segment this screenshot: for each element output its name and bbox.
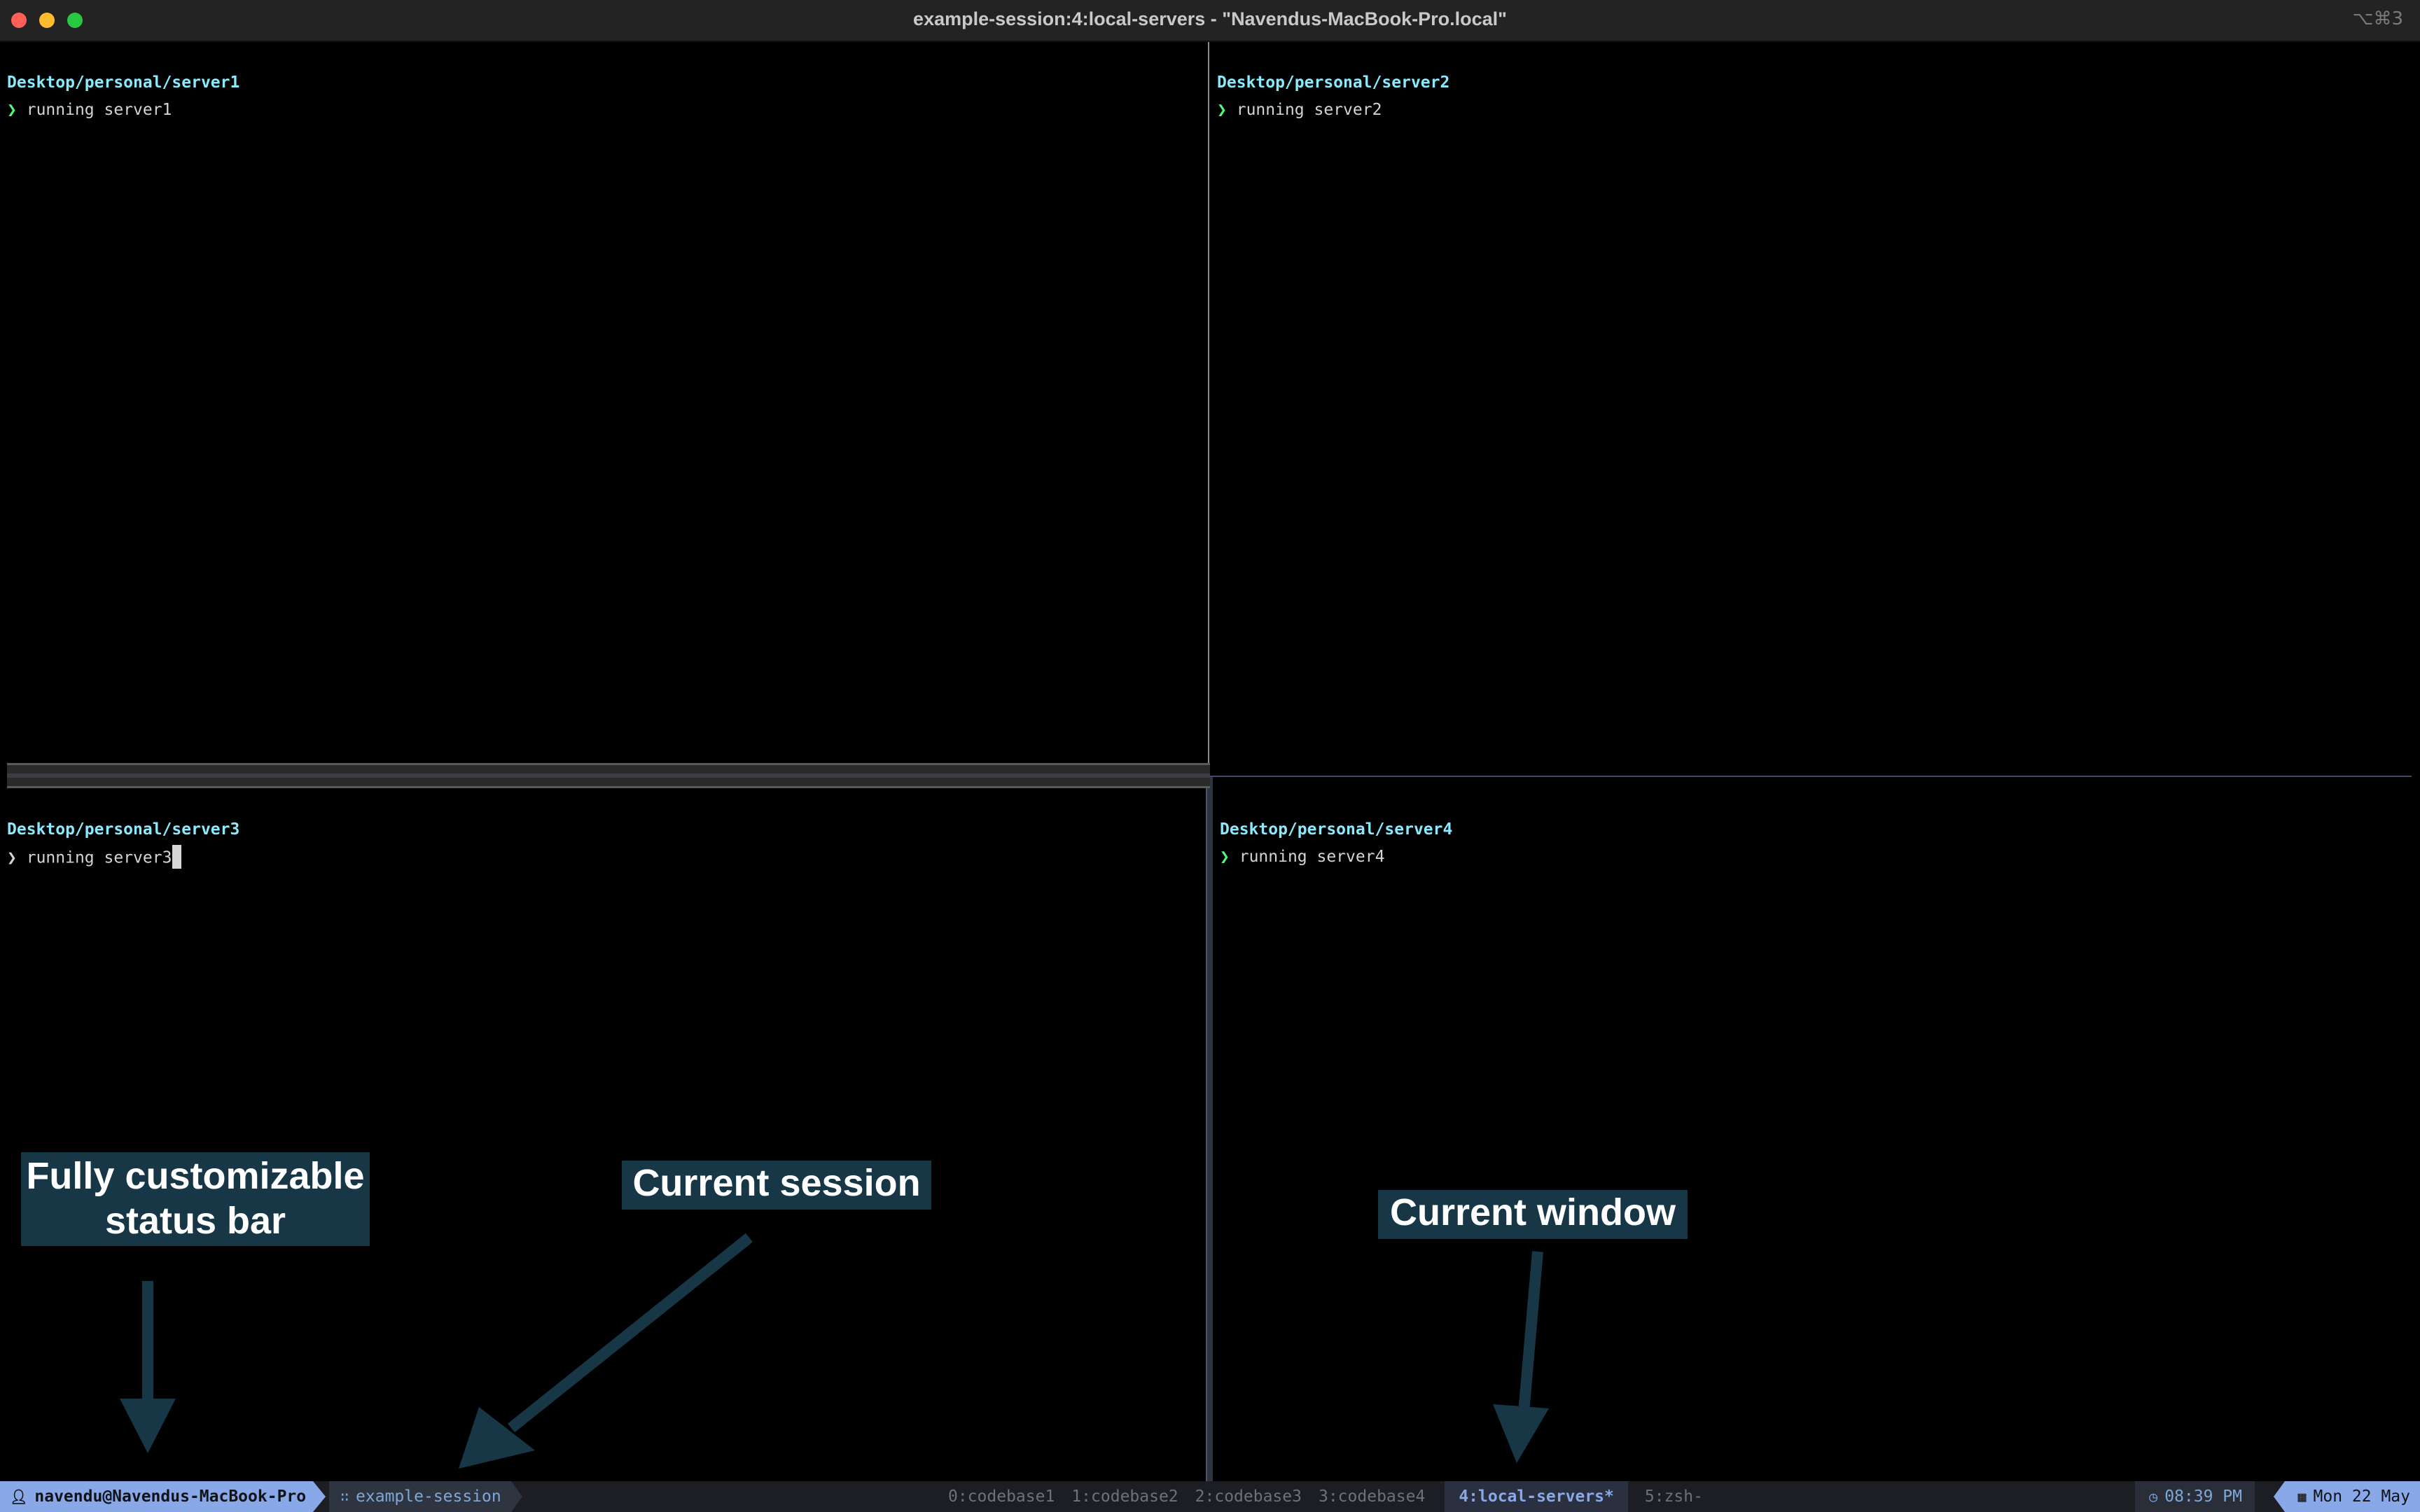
status-session-label: example-session [356, 1488, 501, 1506]
status-date: ▦ Mon 22 May [2274, 1481, 2420, 1512]
calendar-icon: ▦ [2297, 1488, 2307, 1505]
prompt-icon: ❯ [1217, 101, 1227, 119]
pane-path: Desktop/personal/server2 [1217, 74, 1450, 92]
status-date-label: Mon 22 May [2313, 1488, 2410, 1506]
window-title: example-session:4:local-servers - "Naven… [913, 8, 1507, 29]
pane-divider-vertical-bottom[interactable] [1206, 776, 1213, 1481]
status-window-list: 0:codebase1 1:codebase2 2:codebase3 3:codeb… [948, 1481, 1720, 1512]
pane-prompt-line: ❯ running server3 [7, 845, 182, 869]
window-tab-1[interactable]: 1:codebase2 [1071, 1481, 1178, 1512]
window-tab-5[interactable]: 5:zsh- [1645, 1481, 1703, 1512]
pane-command: running server1 [26, 101, 172, 119]
prompt-icon: ❯ [7, 848, 17, 867]
pane-command: running server4 [1239, 848, 1385, 866]
window-tab-0[interactable]: 0:codebase1 [948, 1481, 1055, 1512]
status-session[interactable]: ∷ example-session [329, 1481, 522, 1512]
annotation-current-window: Current window [1378, 1190, 1688, 1239]
prompt-icon: ❯ [1220, 848, 1230, 866]
text-cursor [172, 845, 182, 869]
pane-command: running server2 [1236, 101, 1382, 119]
prompt-icon: ❯ [7, 101, 17, 119]
pane-prompt-line: ❯ running server1 [7, 101, 172, 119]
window-tab-2[interactable]: 2:codebase3 [1195, 1481, 1302, 1512]
pane-path: Desktop/personal/server3 [7, 820, 240, 839]
status-time-label: 08:39 PM [2164, 1488, 2242, 1506]
annotation-status-bar-line1: Fully customizable [26, 1155, 365, 1197]
pane-divider-vertical-top[interactable] [1208, 42, 1209, 776]
pane-divider-horizontal-left[interactable] [7, 763, 1210, 788]
user-icon: 👤︎ [10, 1488, 28, 1505]
window-shortcut: ⌥⌘3 [2352, 8, 2403, 29]
tmux-status-bar: 👤︎ navendu@Navendus-MacBook-Pro ∷ example-… [0, 1481, 2420, 1512]
pane-path: Desktop/personal/server1 [7, 74, 240, 92]
window-tab-4-active[interactable]: 4:local-servers* [1445, 1481, 1628, 1512]
annotation-status-bar: Fully customizable status bar [21, 1152, 370, 1246]
terminal-pane-3-active[interactable]: Desktop/personal/server3 ❯ running serve… [0, 790, 1204, 1480]
terminal-pane-1[interactable]: Desktop/personal/server1 ❯ running serve… [0, 42, 1207, 763]
window-tab-3[interactable]: 3:codebase4 [1319, 1481, 1425, 1512]
status-user-host-label: navendu@Navendus-MacBook-Pro [34, 1488, 307, 1506]
pane-path: Desktop/personal/server4 [1220, 820, 1453, 839]
pane-command: running server3 [26, 848, 172, 867]
status-user-host: 👤︎ navendu@Navendus-MacBook-Pro [0, 1481, 326, 1512]
annotation-current-session: Current session [622, 1161, 931, 1210]
terminal-pane-2[interactable]: Desktop/personal/server2 ❯ running serve… [1210, 42, 2420, 774]
pane-divider-horizontal-right[interactable] [1210, 776, 2412, 777]
status-time: ◷ 08:39 PM [2135, 1481, 2255, 1512]
clock-icon: ◷ [2149, 1488, 2158, 1505]
pane-prompt-line: ❯ running server4 [1220, 848, 1384, 866]
pane-prompt-line: ❯ running server2 [1217, 101, 1382, 119]
annotation-status-bar-line2: status bar [104, 1200, 286, 1242]
window-title-bar: example-session:4:local-servers - "Naven… [0, 0, 2420, 42]
grid-icon: ∷ [340, 1488, 349, 1505]
terminal-pane-4[interactable]: Desktop/personal/server4 ❯ running serve… [1213, 777, 2420, 1480]
